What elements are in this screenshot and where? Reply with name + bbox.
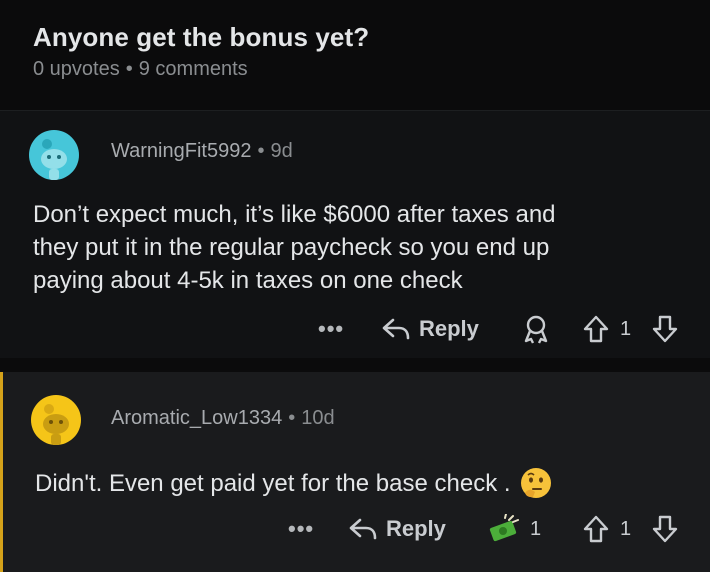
meta-separator: • xyxy=(257,140,265,162)
downvote-button[interactable] xyxy=(652,515,678,543)
comment-age: 10d xyxy=(301,407,335,429)
reply-button[interactable]: Reply xyxy=(381,316,479,342)
upvote-arrow-icon xyxy=(583,515,609,543)
username[interactable]: Aromatic_Low1334 xyxy=(111,407,282,429)
downvote-button[interactable] xyxy=(652,315,678,343)
award-button[interactable] xyxy=(487,514,521,544)
downvote-arrow-icon xyxy=(652,515,678,543)
comment-count[interactable]: 9 comments xyxy=(139,58,248,80)
comment: Aromatic_Low1334 • 10d Didn't. Even get pa… xyxy=(0,372,710,572)
post-header: Anyone get the bonus yet? 0 upvotes • 9 co… xyxy=(0,0,710,110)
divider xyxy=(0,358,710,372)
comment-text: Didn't. Even get paid yet for the base c… xyxy=(35,470,511,497)
post-title: Anyone get the bonus yet? xyxy=(33,22,370,52)
reply-button[interactable]: Reply xyxy=(348,516,446,542)
upvote-count: 0 upvotes xyxy=(33,58,120,80)
comment-line: they put it in the regular paycheck so y… xyxy=(33,234,550,261)
comment-body: Didn't. Even get paid yet for the base c… xyxy=(35,467,553,501)
comment-meta: WarningFit5992 • 9d xyxy=(111,140,293,163)
award-button[interactable] xyxy=(522,314,550,344)
comment-age: 9d xyxy=(270,140,293,162)
downvote-arrow-icon xyxy=(652,315,678,343)
more-options-button[interactable]: ••• xyxy=(288,516,314,542)
thinking-face-icon xyxy=(520,468,551,498)
vote-count: 1 xyxy=(620,517,632,540)
comment-actions: ••• Reply 1 xyxy=(0,311,710,347)
award-icon xyxy=(524,315,548,344)
vote-count: 1 xyxy=(620,317,632,340)
upvote-arrow-icon xyxy=(583,315,609,343)
upvote-button[interactable] xyxy=(583,315,609,343)
comment-actions: ••• Reply 1 1 xyxy=(0,511,710,547)
upvote-button[interactable] xyxy=(583,515,609,543)
avatar[interactable] xyxy=(29,130,79,180)
reply-label: Reply xyxy=(419,316,479,341)
snoo-avatar-icon xyxy=(31,395,81,445)
reply-arrow-icon xyxy=(349,518,377,540)
comment-body: Don’t expect much, it’s like $6000 after… xyxy=(33,198,693,297)
reply-label: Reply xyxy=(386,516,446,541)
comment-line: Don’t expect much, it’s like $6000 after… xyxy=(33,201,556,228)
avatar[interactable] xyxy=(31,395,81,445)
meta-separator: • xyxy=(125,58,133,80)
money-award-icon xyxy=(489,514,519,542)
snoo-avatar-icon xyxy=(29,130,79,180)
reply-arrow-icon xyxy=(382,318,410,340)
award-count: 1 xyxy=(530,517,542,540)
meta-separator: • xyxy=(288,407,296,429)
username[interactable]: WarningFit5992 xyxy=(111,140,251,162)
comment: WarningFit5992 • 9d Don’t expect much, it’… xyxy=(0,111,710,358)
post-meta: 0 upvotes • 9 comments xyxy=(33,58,248,81)
more-options-button[interactable]: ••• xyxy=(318,316,344,342)
comment-line: paying about 4-5k in taxes on one check xyxy=(33,267,463,294)
comment-meta: Aromatic_Low1334 • 10d xyxy=(111,407,335,430)
